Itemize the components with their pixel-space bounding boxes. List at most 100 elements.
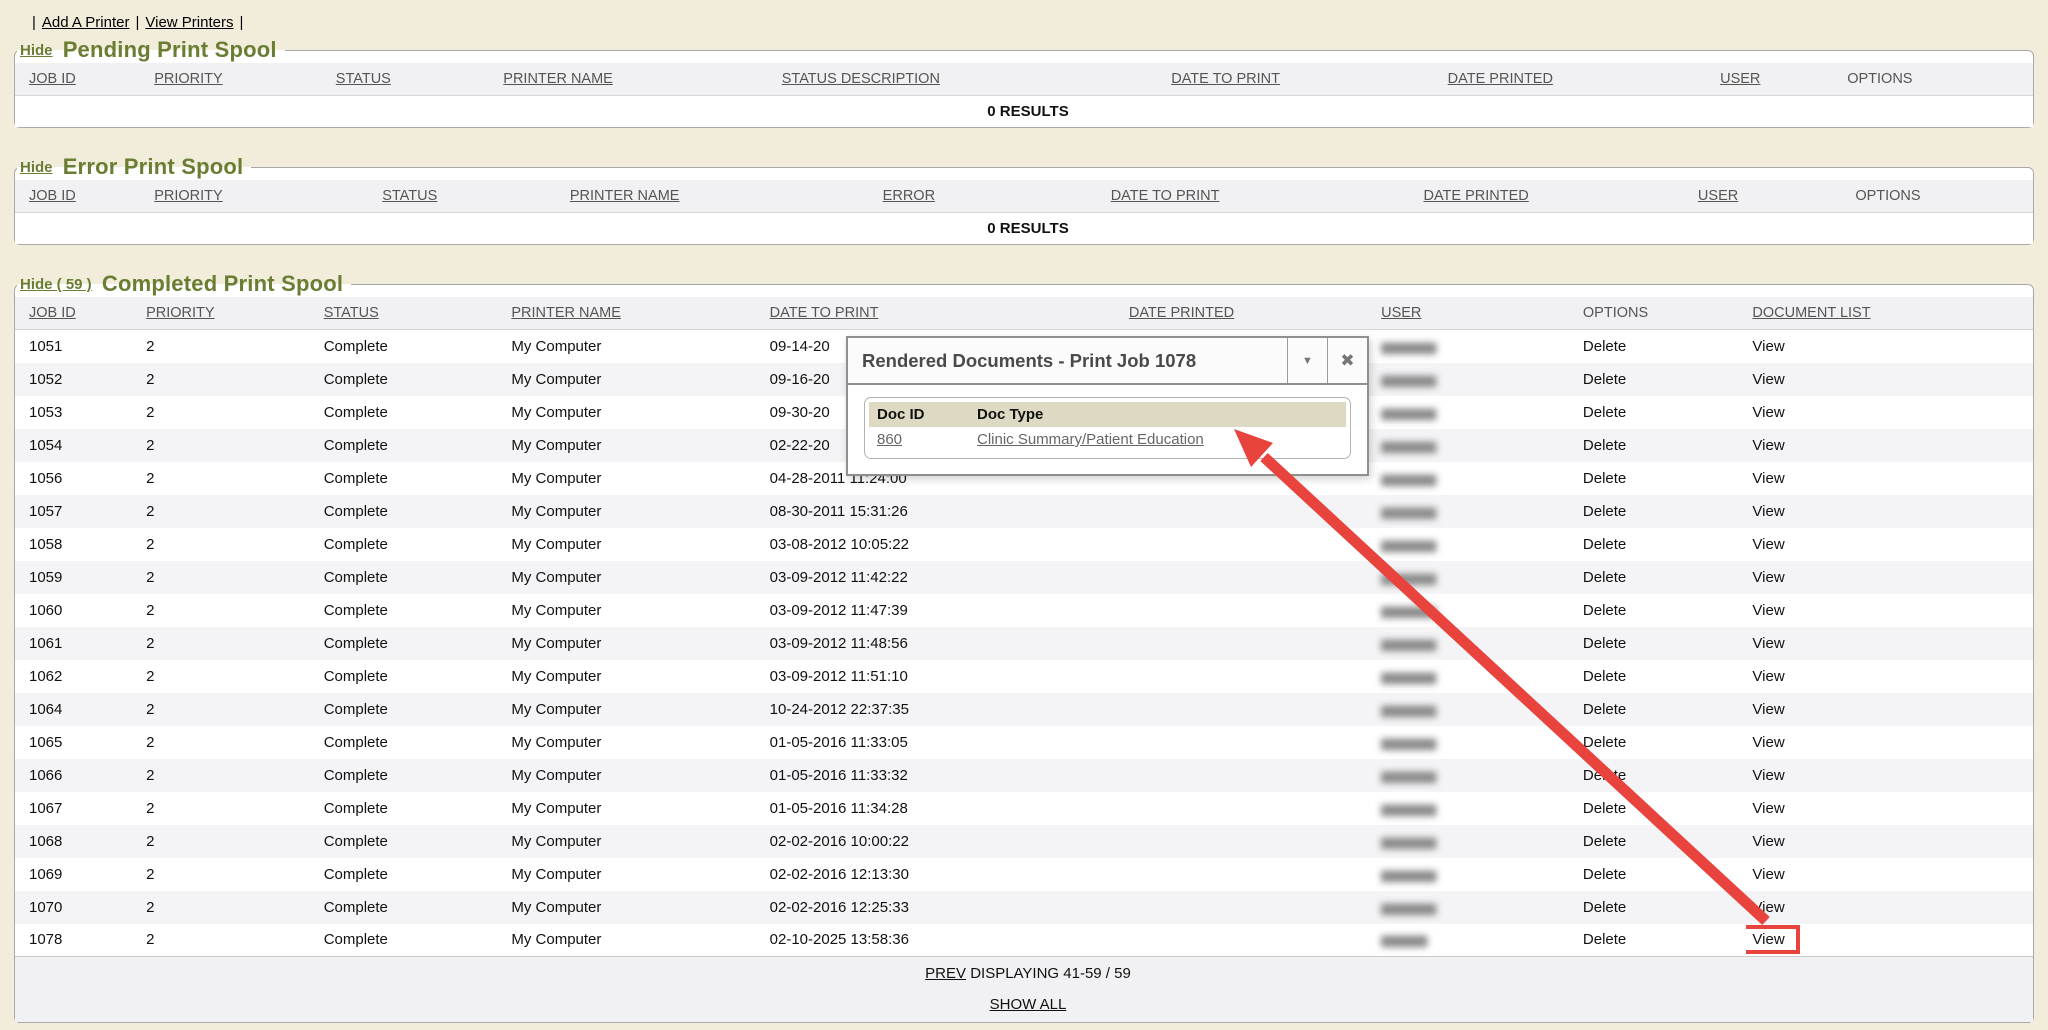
- delete-link[interactable]: Delete: [1583, 701, 1626, 718]
- view-link[interactable]: View: [1752, 338, 1784, 355]
- column-header-user[interactable]: USER: [1375, 297, 1577, 330]
- cell-doc-list: View: [1746, 396, 2033, 429]
- print-spool-page: |Add A Printer|View Printers| Hide Pendi…: [0, 0, 2048, 1030]
- column-header-date-printed[interactable]: DATE PRINTED: [1123, 297, 1375, 330]
- column-header-printer-name[interactable]: PRINTER NAME: [564, 180, 877, 213]
- cell-printer: My Computer: [505, 660, 763, 693]
- delete-link[interactable]: Delete: [1583, 602, 1626, 619]
- user-redacted: ▆▆▆▆▆▆: [1381, 537, 1435, 552]
- view-link[interactable]: View: [1752, 470, 1784, 487]
- delete-link[interactable]: Delete: [1583, 800, 1626, 817]
- cell-user: ▆▆▆▆▆▆: [1375, 858, 1577, 891]
- view-link[interactable]: View: [1752, 767, 1784, 784]
- delete-link[interactable]: Delete: [1583, 404, 1626, 421]
- cell-doc-list: View: [1746, 627, 2033, 660]
- delete-link[interactable]: Delete: [1583, 668, 1626, 685]
- column-header-date-to-print[interactable]: DATE TO PRINT: [1165, 63, 1441, 96]
- cell-status: Complete: [318, 792, 506, 825]
- column-header-error[interactable]: ERROR: [877, 180, 1105, 213]
- view-link[interactable]: View: [1752, 371, 1784, 388]
- delete-link[interactable]: Delete: [1583, 437, 1626, 454]
- column-header-status[interactable]: STATUS: [376, 180, 564, 213]
- pending-section-title: Pending Print Spool: [57, 37, 277, 62]
- cell-date-to-print: 02-02-2016 12:13:30: [764, 858, 1123, 891]
- collapse-button[interactable]: ▼: [1287, 338, 1327, 383]
- delete-link[interactable]: Delete: [1583, 833, 1626, 850]
- view-link[interactable]: View: [1752, 536, 1784, 553]
- column-header-document-list[interactable]: DOCUMENT LIST: [1746, 297, 2033, 330]
- delete-link[interactable]: Delete: [1583, 569, 1626, 586]
- delete-link[interactable]: Delete: [1583, 338, 1626, 355]
- column-header-user[interactable]: USER: [1692, 180, 1849, 213]
- cell-priority: 2: [140, 396, 318, 429]
- column-header-status-description[interactable]: STATUS DESCRIPTION: [776, 63, 1165, 96]
- cell-job-id: 1054: [15, 429, 140, 462]
- column-header-user[interactable]: USER: [1714, 63, 1841, 96]
- view-link[interactable]: View: [1752, 734, 1784, 751]
- view-link[interactable]: View: [1752, 404, 1784, 421]
- column-header-status[interactable]: STATUS: [318, 297, 506, 330]
- view-link[interactable]: View: [1752, 701, 1784, 718]
- view-link[interactable]: View: [1752, 833, 1784, 850]
- column-header-printer-name[interactable]: PRINTER NAME: [497, 63, 775, 96]
- delete-link[interactable]: Delete: [1583, 866, 1626, 883]
- view-link[interactable]: View: [1752, 866, 1784, 883]
- column-header-priority[interactable]: PRIORITY: [148, 63, 330, 96]
- view-link[interactable]: View: [1752, 800, 1784, 817]
- delete-link[interactable]: Delete: [1583, 503, 1626, 520]
- cell-status: Complete: [318, 726, 506, 759]
- view-link[interactable]: View: [1752, 602, 1784, 619]
- column-header-status[interactable]: STATUS: [330, 63, 497, 96]
- cell-options: Delete: [1577, 594, 1747, 627]
- delete-link[interactable]: Delete: [1583, 536, 1626, 553]
- user-redacted: ▆▆▆▆▆▆: [1381, 372, 1435, 387]
- column-header-job-id[interactable]: JOB ID: [15, 63, 148, 96]
- cell-status: Complete: [318, 627, 506, 660]
- close-button[interactable]: ✖: [1327, 338, 1367, 383]
- delete-link[interactable]: Delete: [1583, 899, 1626, 916]
- dialog-titlebar[interactable]: Rendered Documents - Print Job 1078 ▼ ✖: [848, 338, 1367, 385]
- column-header-priority[interactable]: PRIORITY: [140, 297, 318, 330]
- view-link[interactable]: View: [1752, 437, 1784, 454]
- delete-link[interactable]: Delete: [1583, 767, 1626, 784]
- prev-page-link[interactable]: PREV: [925, 965, 966, 982]
- column-header-date-printed[interactable]: DATE PRINTED: [1417, 180, 1691, 213]
- view-link[interactable]: View: [1752, 635, 1784, 652]
- cell-status: Complete: [318, 429, 506, 462]
- displaying-text: DISPLAYING 41-59 / 59: [970, 965, 1131, 982]
- delete-link[interactable]: Delete: [1583, 470, 1626, 487]
- column-header-date-to-print[interactable]: DATE TO PRINT: [1105, 180, 1418, 213]
- doc-id-link[interactable]: 860: [877, 431, 902, 448]
- column-header-date-to-print[interactable]: DATE TO PRINT: [764, 297, 1123, 330]
- cell-user: ▆▆▆▆▆▆: [1375, 627, 1577, 660]
- column-header-printer-name[interactable]: PRINTER NAME: [505, 297, 763, 330]
- delete-link[interactable]: Delete: [1583, 371, 1626, 388]
- table-row: 10622CompleteMy Computer03-09-2012 11:51…: [15, 660, 2033, 693]
- column-header-priority[interactable]: PRIORITY: [148, 180, 376, 213]
- column-header-options: OPTIONS: [1841, 63, 2033, 96]
- view-printers-link[interactable]: View Printers: [145, 14, 233, 31]
- show-all-link[interactable]: SHOW ALL: [990, 996, 1067, 1013]
- view-link[interactable]: View: [1752, 668, 1784, 685]
- user-redacted: ▆▆▆▆▆▆: [1381, 834, 1435, 849]
- view-link[interactable]: View: [1752, 569, 1784, 586]
- view-link[interactable]: View: [1752, 899, 1784, 916]
- column-header-job-id[interactable]: JOB ID: [15, 180, 148, 213]
- delete-link[interactable]: Delete: [1583, 931, 1626, 948]
- view-link[interactable]: View: [1752, 503, 1784, 520]
- user-redacted: ▆▆▆▆▆▆: [1381, 768, 1435, 783]
- completed-hide-link[interactable]: Hide ( 59 ): [20, 276, 92, 293]
- error-hide-link[interactable]: Hide: [20, 159, 53, 176]
- column-header-date-printed[interactable]: DATE PRINTED: [1442, 63, 1714, 96]
- pending-hide-link[interactable]: Hide: [20, 42, 53, 59]
- doc-type-link[interactable]: Clinic Summary/Patient Education: [977, 431, 1204, 448]
- add-a-printer-link[interactable]: Add A Printer: [42, 14, 130, 31]
- column-header-job-id[interactable]: JOB ID: [15, 297, 140, 330]
- delete-link[interactable]: Delete: [1583, 635, 1626, 652]
- cell-date-to-print: 02-02-2016 12:25:33: [764, 891, 1123, 924]
- view-link-highlighted[interactable]: View: [1746, 930, 1794, 949]
- nav-separator: |: [135, 14, 139, 31]
- cell-date-printed: [1123, 660, 1375, 693]
- delete-link[interactable]: Delete: [1583, 734, 1626, 751]
- cell-status: Complete: [318, 561, 506, 594]
